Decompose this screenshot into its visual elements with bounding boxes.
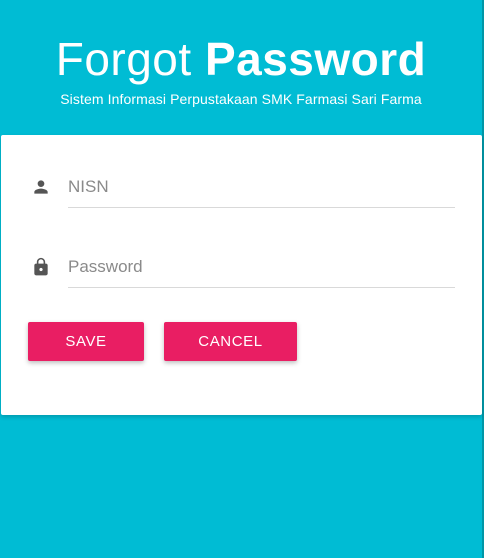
cancel-button[interactable]: CANCEL	[164, 322, 297, 361]
person-icon	[31, 177, 51, 197]
page-title: Forgot Password	[0, 32, 482, 86]
lock-icon	[31, 257, 51, 277]
title-light: Forgot	[55, 33, 192, 85]
password-field-group	[1, 245, 482, 305]
title-bold: Password	[204, 33, 427, 85]
nisn-input[interactable]	[68, 167, 455, 208]
forgot-password-card: SAVE CANCEL	[1, 135, 482, 415]
password-input[interactable]	[68, 247, 455, 288]
page-subtitle: Sistem Informasi Perpustakaan SMK Farmas…	[60, 91, 422, 107]
nisn-field-group	[1, 165, 482, 225]
save-button[interactable]: SAVE	[28, 322, 144, 361]
